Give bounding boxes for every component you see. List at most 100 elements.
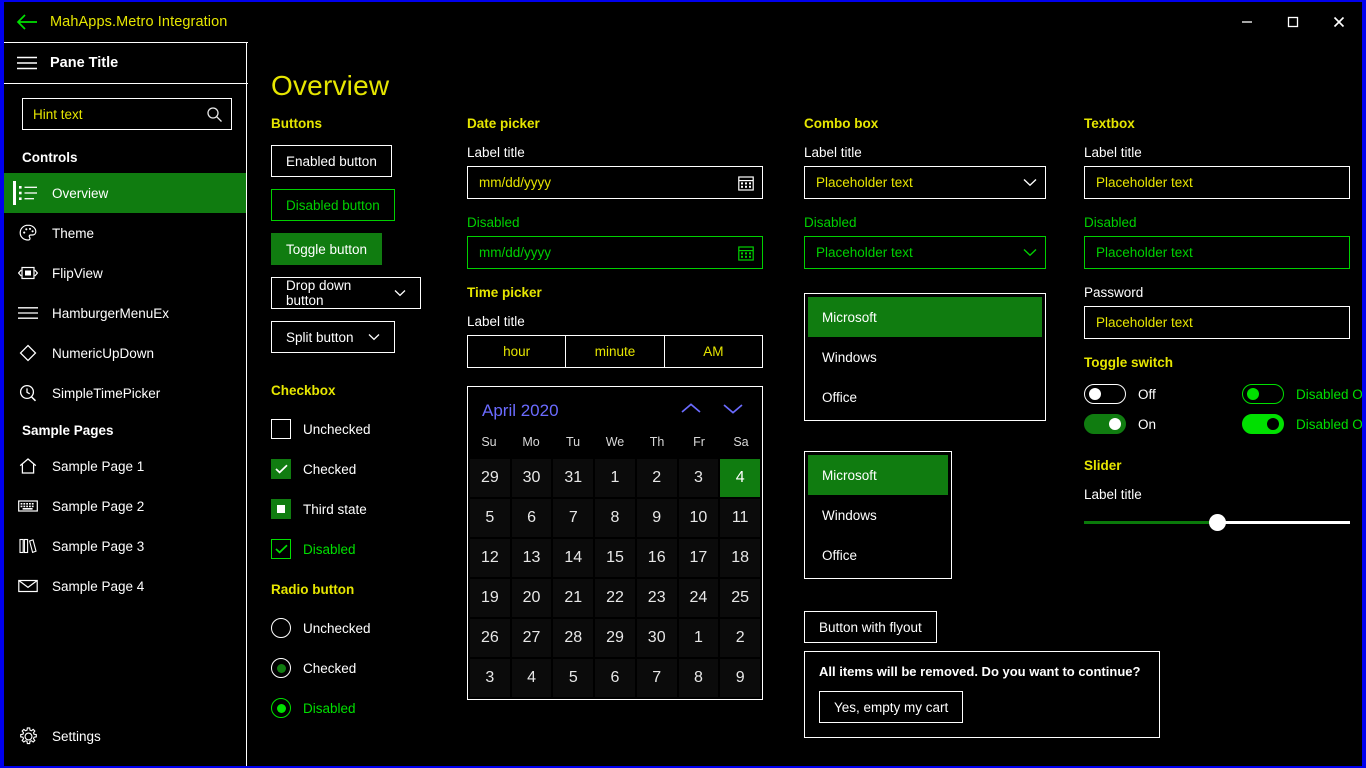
calendar-day[interactable]: 21: [553, 579, 594, 617]
calendar-day[interactable]: 16: [636, 539, 677, 577]
checkbox-checked[interactable]: [271, 459, 291, 479]
slider-thumb[interactable]: [1208, 514, 1226, 531]
sidebar-item-overview[interactable]: Overview: [4, 173, 246, 213]
toggle-switch-off[interactable]: [1084, 384, 1126, 404]
list-item[interactable]: Windows: [808, 337, 1042, 377]
calendar-day[interactable]: 17: [678, 539, 719, 577]
sidebar-item-numericupdown[interactable]: NumericUpDown: [4, 333, 246, 373]
calendar-day[interactable]: 24: [678, 579, 719, 617]
calendar-day[interactable]: 30: [636, 619, 677, 657]
sidebar-item-flipview[interactable]: FlipView: [4, 253, 246, 293]
calendar-day[interactable]: 25: [720, 579, 760, 617]
password-input[interactable]: Placeholder text: [1084, 306, 1350, 339]
checkbox-unchecked[interactable]: [271, 419, 291, 439]
calendar-day[interactable]: 3: [678, 459, 719, 497]
calendar-day[interactable]: 28: [553, 619, 594, 657]
calendar-day[interactable]: 8: [678, 659, 719, 697]
list-box-primary[interactable]: Microsoft Windows Office: [804, 293, 1046, 421]
calendar-day[interactable]: 30: [511, 459, 552, 497]
calendar-day[interactable]: 4: [511, 659, 552, 697]
calendar-day[interactable]: 5: [470, 499, 510, 537]
search-input[interactable]: Hint text: [33, 107, 206, 122]
calendar-day[interactable]: 29: [595, 619, 635, 657]
calendar-day[interactable]: 6: [511, 499, 552, 537]
calendar-day[interactable]: 23: [636, 579, 677, 617]
minimize-button[interactable]: [1224, 2, 1270, 42]
combo-box[interactable]: Placeholder text: [804, 166, 1046, 199]
time-picker-meridiem[interactable]: AM: [663, 336, 762, 367]
checkbox-third-state[interactable]: [271, 499, 291, 519]
calendar-grid[interactable]: 29 30 31 1 2 3 4 5 6 7 8 9 10 11 12 13 14 15 16 17 18 19 20 21 2…: [468, 457, 762, 699]
calendar-day[interactable]: 1: [678, 619, 719, 657]
list-item[interactable]: Windows: [808, 495, 948, 535]
sidebar-item-sample-page-4[interactable]: Sample Page 4: [4, 566, 246, 606]
calendar-day[interactable]: 18: [720, 539, 760, 577]
back-button[interactable]: [4, 2, 50, 42]
calendar-month-label[interactable]: April 2020: [482, 401, 680, 421]
radio-unchecked[interactable]: [271, 618, 291, 638]
calendar-day[interactable]: 19: [470, 579, 510, 617]
calendar-day[interactable]: 22: [595, 579, 635, 617]
radio-checked[interactable]: [271, 658, 291, 678]
sidebar-item-sample-page-1[interactable]: Sample Page 1: [4, 446, 246, 486]
drop-down-button[interactable]: Drop down button: [271, 277, 421, 309]
list-item[interactable]: Office: [808, 377, 1042, 417]
slider[interactable]: [1084, 512, 1350, 532]
sidebar-item-sample-page-3[interactable]: Sample Page 3: [4, 526, 246, 566]
list-item[interactable]: Microsoft: [808, 455, 948, 495]
calendar-day[interactable]: 8: [595, 499, 635, 537]
toggle-button[interactable]: Toggle button: [271, 233, 383, 265]
button-with-flyout[interactable]: Button with flyout: [804, 611, 937, 643]
calendar-icon[interactable]: [738, 175, 754, 191]
calendar-day[interactable]: 13: [511, 539, 552, 577]
time-picker[interactable]: hour minute AM: [467, 335, 763, 368]
sidebar-item-hamburgermenuex[interactable]: HamburgerMenuEx: [4, 293, 246, 333]
calendar-day[interactable]: 7: [553, 499, 594, 537]
password-value[interactable]: Placeholder text: [1096, 315, 1341, 330]
checkbox-unchecked-row[interactable]: Unchecked: [271, 412, 467, 446]
list-item[interactable]: Office: [808, 535, 948, 575]
calendar-day[interactable]: 9: [720, 659, 760, 697]
calendar-day[interactable]: 29: [470, 459, 510, 497]
pane-toggle-button[interactable]: [4, 56, 50, 70]
calendar-day[interactable]: 5: [553, 659, 594, 697]
sidebar-item-simpletimepicker[interactable]: SimpleTimePicker: [4, 373, 246, 413]
split-button[interactable]: Split button: [271, 321, 395, 353]
sidebar-item-settings[interactable]: Settings: [4, 716, 246, 756]
calendar-day[interactable]: 15: [595, 539, 635, 577]
calendar-day[interactable]: 9: [636, 499, 677, 537]
search-icon[interactable]: [206, 106, 223, 123]
textbox-value[interactable]: Placeholder text: [1096, 175, 1341, 190]
toggle-on-cell[interactable]: On: [1084, 414, 1242, 434]
toggle-off-cell[interactable]: Off: [1084, 384, 1242, 404]
chevron-down-icon[interactable]: [1023, 178, 1037, 187]
textbox-input[interactable]: Placeholder text: [1084, 166, 1350, 199]
calendar-day[interactable]: 20: [511, 579, 552, 617]
calendar-day[interactable]: 4: [720, 459, 760, 497]
sidebar-item-sample-page-2[interactable]: Sample Page 2: [4, 486, 246, 526]
calendar-day[interactable]: 1: [595, 459, 635, 497]
calendar-day[interactable]: 14: [553, 539, 594, 577]
radio-checked-row[interactable]: Checked: [271, 651, 467, 685]
time-picker-minute[interactable]: minute: [565, 336, 663, 367]
checkbox-third-state-row[interactable]: Third state: [271, 492, 467, 526]
calendar-day[interactable]: 2: [720, 619, 760, 657]
calendar-day[interactable]: 3: [470, 659, 510, 697]
chevron-up-icon[interactable]: [680, 402, 702, 420]
flyout-confirm-button[interactable]: Yes, empty my cart: [819, 691, 964, 723]
chevron-down-icon[interactable]: [722, 402, 744, 420]
calendar-day[interactable]: 27: [511, 619, 552, 657]
list-item[interactable]: Microsoft: [808, 297, 1042, 337]
close-button[interactable]: [1316, 2, 1362, 42]
enabled-button[interactable]: Enabled button: [271, 145, 392, 177]
calendar-day[interactable]: 6: [595, 659, 635, 697]
calendar-day[interactable]: 7: [636, 659, 677, 697]
time-picker-hour[interactable]: hour: [468, 336, 565, 367]
date-picker-value[interactable]: mm/dd/yyyy: [479, 175, 738, 190]
date-picker-input[interactable]: mm/dd/yyyy: [467, 166, 763, 199]
calendar-day[interactable]: 2: [636, 459, 677, 497]
maximize-button[interactable]: [1270, 2, 1316, 42]
calendar-day[interactable]: 12: [470, 539, 510, 577]
sidebar-item-theme[interactable]: Theme: [4, 213, 246, 253]
calendar-day[interactable]: 11: [720, 499, 760, 537]
